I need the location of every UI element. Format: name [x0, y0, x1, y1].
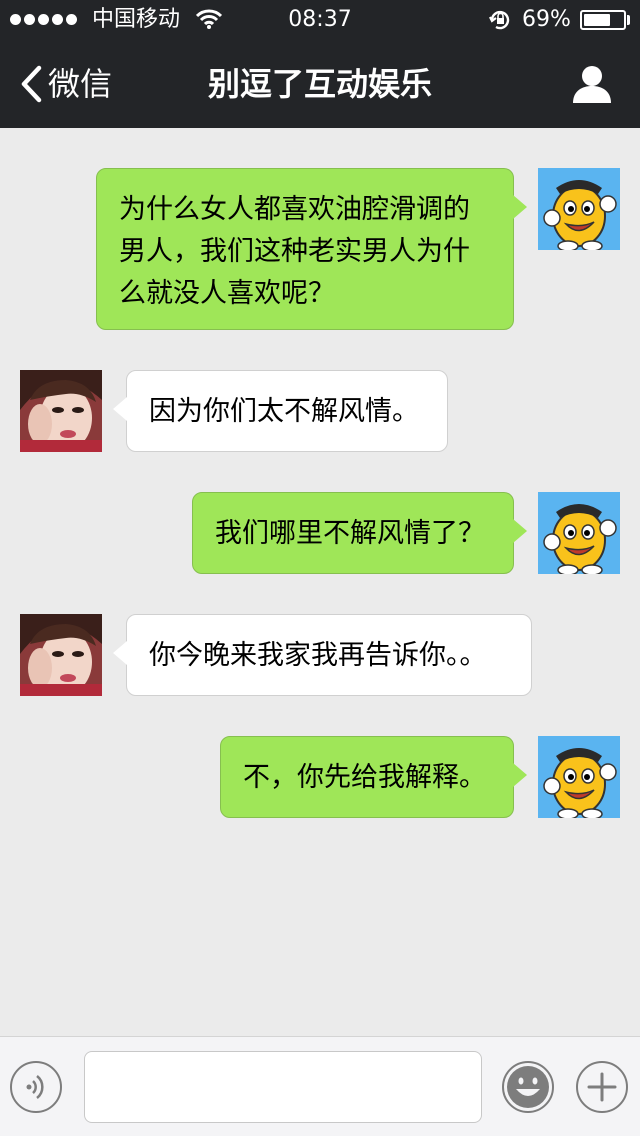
message-bubble-outgoing[interactable]: 不，你先给我解释。: [220, 736, 527, 818]
my-avatar[interactable]: [538, 168, 620, 250]
message-bubble-outgoing[interactable]: 我们哪里不解风情了？: [192, 492, 527, 574]
battery-icon: [580, 10, 626, 30]
emoji-button[interactable]: [502, 1061, 554, 1113]
battery-level-fill: [584, 14, 610, 26]
more-button[interactable]: [576, 1061, 628, 1113]
status-bar: 中国移动 08:37 69%: [0, 0, 640, 40]
battery-tip: [627, 15, 630, 25]
contact-avatar[interactable]: [20, 370, 102, 452]
my-avatar[interactable]: [538, 736, 620, 818]
voice-button[interactable]: [10, 1061, 62, 1113]
chat-info-button[interactable]: [570, 64, 614, 104]
plus-icon: [587, 1072, 617, 1102]
my-avatar[interactable]: [538, 492, 620, 574]
message-text: 因为你们太不解风情。: [149, 396, 419, 427]
emoji-icon: [507, 1066, 549, 1108]
message-text: 不，你先给我解释。: [243, 762, 486, 793]
message-text: 我们哪里不解风情了？: [215, 518, 485, 549]
battery-percent: 69%: [522, 7, 571, 32]
message-bubble-incoming[interactable]: 你今晚来我家我再告诉你。。: [113, 614, 532, 696]
voice-icon: [26, 1075, 44, 1099]
message-bubble-outgoing[interactable]: 为什么女人都喜欢油腔滑调的男人，我们这种老实男人为什么就没人喜欢呢？: [96, 168, 527, 330]
chat-area[interactable]: 为什么女人都喜欢油腔滑调的男人，我们这种老实男人为什么就没人喜欢呢？ 因为你们太…: [0, 128, 640, 1036]
message-bubble-incoming[interactable]: 因为你们太不解风情。: [113, 370, 448, 452]
contact-avatar[interactable]: [20, 614, 102, 696]
person-icon: [573, 66, 611, 103]
input-bar: [0, 1036, 640, 1136]
message-input[interactable]: [84, 1051, 482, 1123]
message-text: 为什么女人都喜欢油腔滑调的男人，我们这种老实男人为什么就没人喜欢呢？: [119, 194, 470, 309]
rotation-lock-icon: [488, 9, 512, 35]
message-text: 你今晚来我家我再告诉你。。: [149, 640, 487, 671]
top-bar: 中国移动 08:37 69% 微信 别逗了互动娱乐: [0, 0, 640, 128]
nav-bar: 微信 别逗了互动娱乐: [0, 40, 640, 128]
chat-title: 别逗了互动娱乐: [207, 65, 432, 103]
